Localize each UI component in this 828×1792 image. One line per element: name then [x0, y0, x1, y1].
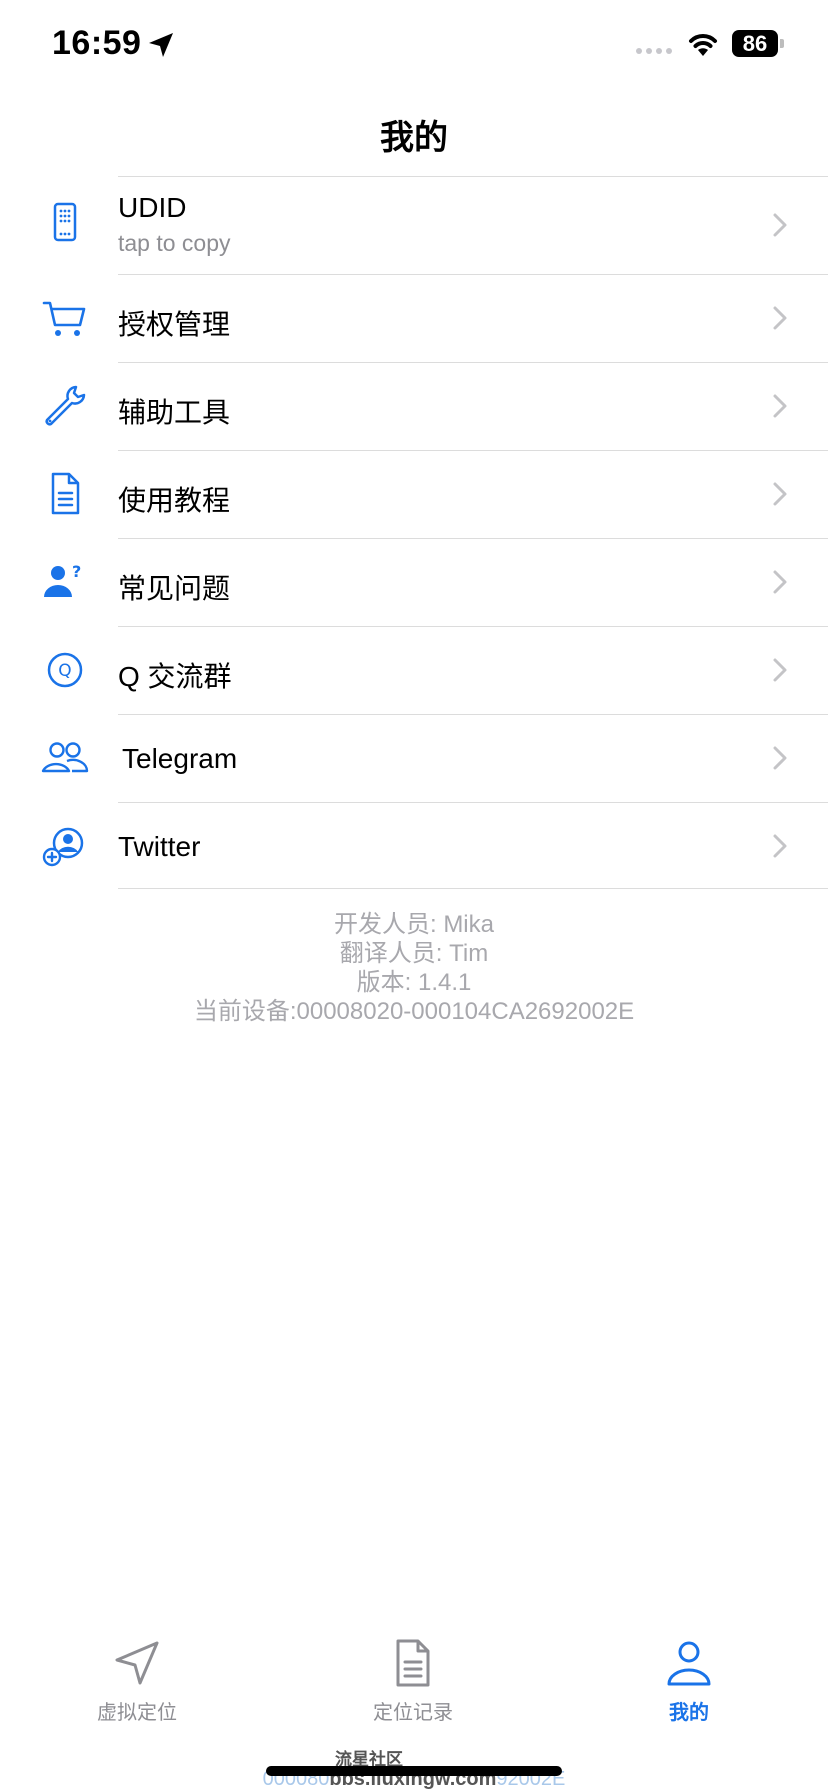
chevron-right-icon: [770, 210, 790, 240]
page-title: 我的: [380, 119, 448, 157]
battery-tip: [780, 39, 784, 48]
person-add-icon: [38, 819, 92, 873]
developer-text: 开发人员: Mika: [333, 911, 494, 938]
tab-virtual-location[interactable]: 虚拟定位: [37, 1638, 237, 1725]
menu-item-faq[interactable]: ? 常见问题: [0, 538, 828, 626]
chevron-right-icon: [770, 391, 790, 421]
menu-item-label: 辅助工具: [118, 397, 231, 428]
chevron-right-icon: [770, 655, 790, 685]
menu-item-label: Telegram: [122, 743, 238, 774]
svg-text:?: ?: [72, 562, 81, 581]
person-icon: [664, 1638, 714, 1688]
location-arrow-icon: [112, 1638, 162, 1688]
menu-item-label: 使用教程: [118, 485, 231, 516]
translator-text: 翻译人员: Tim: [339, 940, 489, 967]
chevron-right-icon: [770, 831, 790, 861]
version-text: 版本: 1.4.1: [356, 969, 472, 996]
location-services-icon: [149, 33, 173, 57]
menu-item-label: UDID: [118, 192, 187, 223]
divider: [118, 888, 828, 889]
menu-item-label: Q 交流群: [118, 661, 232, 692]
menu-item-label: Twitter: [118, 831, 201, 862]
app-info: 开发人员: Mika 翻译人员: Tim 版本: 1.4.1 当前设备:0000…: [0, 910, 828, 1026]
status-time: 16:59: [52, 24, 142, 62]
menu-item-label: 授权管理: [118, 309, 231, 340]
cart-icon: [38, 291, 92, 345]
phone-icon: [38, 198, 92, 252]
tab-location-history[interactable]: 定位记录: [313, 1638, 513, 1725]
wifi-icon: [689, 34, 717, 56]
svg-text:Q: Q: [58, 661, 71, 681]
menu-item-tutorial[interactable]: 使用教程: [0, 450, 828, 538]
menu-item-udid[interactable]: UDID tap to copy: [0, 176, 828, 274]
chevron-right-icon: [770, 303, 790, 333]
tab-label: 虚拟定位: [97, 1702, 177, 1724]
menu-item-twitter[interactable]: Twitter: [0, 802, 828, 890]
status-bar: 16:59 86: [0, 0, 828, 92]
person-question-icon: ?: [38, 555, 92, 609]
chevron-right-icon: [770, 479, 790, 509]
tab-label: 定位记录: [373, 1702, 453, 1724]
menu-item-tools[interactable]: 辅助工具: [0, 362, 828, 450]
document-icon: [38, 467, 92, 521]
document-icon: [388, 1638, 438, 1688]
menu-item-label: 常见问题: [118, 573, 231, 604]
q-circle-icon: Q: [38, 643, 92, 697]
menu-item-license-management[interactable]: 授权管理: [0, 274, 828, 362]
wrench-icon: [38, 379, 92, 433]
tab-mine[interactable]: 我的: [589, 1638, 789, 1725]
home-indicator[interactable]: [266, 1766, 562, 1776]
menu-item-telegram[interactable]: Telegram: [0, 714, 828, 802]
battery-indicator: 86: [732, 30, 778, 57]
chevron-right-icon: [770, 743, 790, 773]
people-icon: [38, 731, 92, 785]
menu-item-sublabel: tap to copy: [118, 230, 231, 256]
menu-item-qq-group[interactable]: Q Q 交流群: [0, 626, 828, 714]
chevron-right-icon: [770, 567, 790, 597]
cellular-signal-icon: [636, 48, 672, 54]
device-id-text: 当前设备:00008020-000104CA2692002E: [193, 998, 635, 1025]
tab-label: 我的: [669, 1702, 709, 1724]
